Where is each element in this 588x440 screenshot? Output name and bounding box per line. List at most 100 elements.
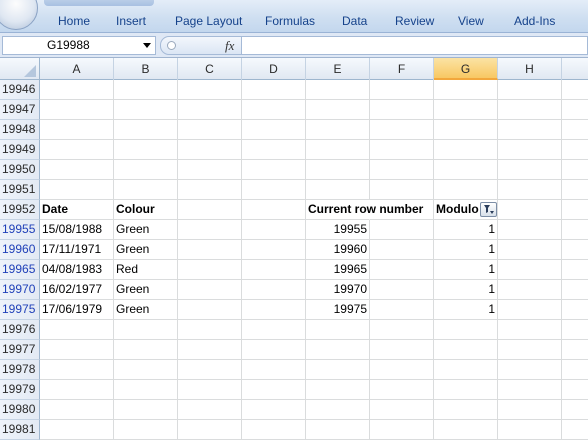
row-header[interactable]: 19975 bbox=[0, 300, 40, 320]
cell-e[interactable] bbox=[306, 360, 370, 380]
cell-b[interactable] bbox=[114, 160, 178, 180]
column-header-b[interactable]: B bbox=[114, 58, 178, 80]
cell-d[interactable] bbox=[242, 200, 306, 220]
cell-a[interactable] bbox=[40, 360, 114, 380]
cell-b[interactable] bbox=[114, 380, 178, 400]
cell-a[interactable] bbox=[40, 340, 114, 360]
cell-e[interactable] bbox=[306, 100, 370, 120]
cell-h[interactable] bbox=[498, 300, 562, 320]
cell-d[interactable] bbox=[242, 280, 306, 300]
autofilter-active-icon[interactable] bbox=[480, 202, 497, 217]
cell-d[interactable] bbox=[242, 160, 306, 180]
cell-g[interactable] bbox=[434, 320, 498, 340]
cell-f[interactable] bbox=[370, 360, 434, 380]
cell-h[interactable] bbox=[498, 80, 562, 100]
cell-a[interactable] bbox=[40, 120, 114, 140]
cell-g[interactable]: 1 bbox=[434, 260, 498, 280]
cell-e[interactable] bbox=[306, 160, 370, 180]
tab-insert[interactable]: Insert bbox=[116, 14, 146, 28]
cell-a[interactable]: 04/08/1983 bbox=[40, 260, 114, 280]
cell-c[interactable] bbox=[178, 100, 242, 120]
cell-e[interactable] bbox=[306, 120, 370, 140]
cell-h[interactable] bbox=[498, 340, 562, 360]
cell-b[interactable] bbox=[114, 360, 178, 380]
cell-g[interactable] bbox=[434, 400, 498, 420]
cell-f[interactable] bbox=[370, 260, 434, 280]
tab-formulas[interactable]: Formulas bbox=[265, 14, 315, 28]
cell-f[interactable] bbox=[370, 420, 434, 440]
cell-f[interactable] bbox=[370, 140, 434, 160]
cell-f[interactable] bbox=[370, 320, 434, 340]
resize-handle-icon[interactable] bbox=[167, 41, 176, 50]
cell-f[interactable] bbox=[370, 220, 434, 240]
cell-d[interactable] bbox=[242, 380, 306, 400]
cell-e[interactable] bbox=[306, 400, 370, 420]
cell-g[interactable]: 1 bbox=[434, 300, 498, 320]
cell-g[interactable]: Modulo bbox=[434, 200, 498, 220]
cell-h[interactable] bbox=[498, 200, 562, 220]
cell-d[interactable] bbox=[242, 420, 306, 440]
cell-h[interactable] bbox=[498, 380, 562, 400]
column-header-g[interactable]: G bbox=[434, 58, 498, 80]
worksheet-grid[interactable]: ABCDEFGH 19946 19947 19948 19949 19950 19951 1… bbox=[0, 58, 588, 440]
cell-h[interactable] bbox=[498, 400, 562, 420]
cell-c[interactable] bbox=[178, 260, 242, 280]
cell-b[interactable] bbox=[114, 100, 178, 120]
cell-g[interactable] bbox=[434, 360, 498, 380]
cell-g[interactable]: 1 bbox=[434, 280, 498, 300]
row-header[interactable]: 19949 bbox=[0, 140, 40, 160]
row-header[interactable]: 19965 bbox=[0, 260, 40, 280]
cell-c[interactable] bbox=[178, 160, 242, 180]
cell-b[interactable] bbox=[114, 80, 178, 100]
cell-c[interactable] bbox=[178, 280, 242, 300]
cell-d[interactable] bbox=[242, 320, 306, 340]
row-header[interactable]: 19977 bbox=[0, 340, 40, 360]
row-header[interactable]: 19948 bbox=[0, 120, 40, 140]
row-header[interactable]: 19951 bbox=[0, 180, 40, 200]
name-box[interactable]: G19988 bbox=[2, 36, 156, 55]
cell-g[interactable] bbox=[434, 120, 498, 140]
cell-e[interactable] bbox=[306, 340, 370, 360]
cell-b[interactable] bbox=[114, 420, 178, 440]
row-header[interactable]: 19978 bbox=[0, 360, 40, 380]
cell-b[interactable]: Green bbox=[114, 240, 178, 260]
cell-d[interactable] bbox=[242, 240, 306, 260]
insert-function-button[interactable]: fx bbox=[225, 38, 234, 54]
cell-a[interactable] bbox=[40, 320, 114, 340]
row-header[interactable]: 19980 bbox=[0, 400, 40, 420]
cell-f[interactable] bbox=[370, 400, 434, 420]
cell-b[interactable]: Red bbox=[114, 260, 178, 280]
cell-d[interactable] bbox=[242, 80, 306, 100]
cell-d[interactable] bbox=[242, 260, 306, 280]
cell-b[interactable] bbox=[114, 120, 178, 140]
cell-g[interactable] bbox=[434, 160, 498, 180]
formula-input[interactable] bbox=[242, 36, 588, 55]
cell-a[interactable] bbox=[40, 100, 114, 120]
cell-f[interactable] bbox=[370, 340, 434, 360]
select-all-button[interactable] bbox=[0, 58, 40, 80]
row-header[interactable]: 19960 bbox=[0, 240, 40, 260]
tab-view[interactable]: View bbox=[458, 14, 484, 28]
tab-data[interactable]: Data bbox=[342, 14, 367, 28]
cell-h[interactable] bbox=[498, 420, 562, 440]
cell-b[interactable] bbox=[114, 400, 178, 420]
column-header-h[interactable]: H bbox=[498, 58, 562, 80]
cell-h[interactable] bbox=[498, 320, 562, 340]
cell-e[interactable] bbox=[306, 380, 370, 400]
row-header[interactable]: 19970 bbox=[0, 280, 40, 300]
cell-f[interactable] bbox=[370, 180, 434, 200]
cell-f[interactable] bbox=[370, 160, 434, 180]
cell-f[interactable] bbox=[370, 300, 434, 320]
tab-page-layout[interactable]: Page Layout bbox=[175, 14, 242, 28]
cell-b[interactable] bbox=[114, 140, 178, 160]
tab-home[interactable]: Home bbox=[58, 14, 90, 28]
cell-b[interactable]: Green bbox=[114, 220, 178, 240]
cell-c[interactable] bbox=[178, 380, 242, 400]
cell-d[interactable] bbox=[242, 140, 306, 160]
cell-a[interactable] bbox=[40, 380, 114, 400]
cell-c[interactable] bbox=[178, 320, 242, 340]
cell-a[interactable]: 17/11/1971 bbox=[40, 240, 114, 260]
row-header[interactable]: 19979 bbox=[0, 380, 40, 400]
cell-e[interactable]: 19970 bbox=[306, 280, 370, 300]
cell-e[interactable]: 19955 bbox=[306, 220, 370, 240]
